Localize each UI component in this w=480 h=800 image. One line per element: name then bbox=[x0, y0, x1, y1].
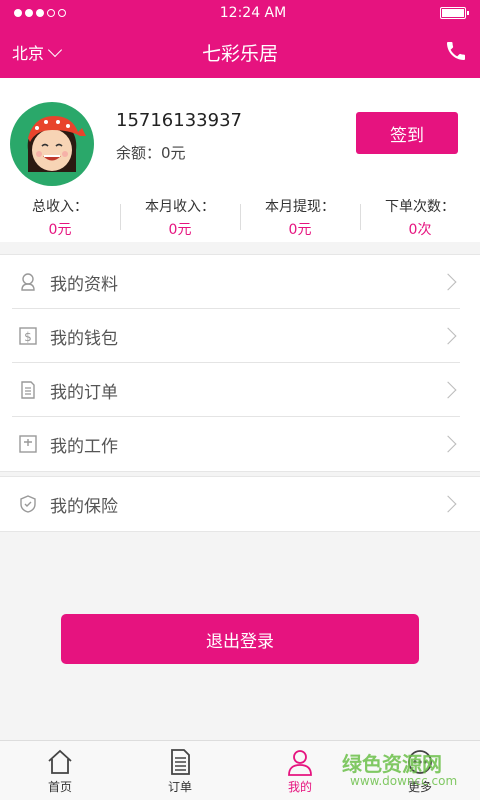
status-bar: 12:24 AM bbox=[0, 0, 480, 26]
profile-card: 15716133937 余额：0元 签到 总收入： 0元 本月收入： 0元 本月… bbox=[0, 78, 480, 242]
stat-value: 0元 bbox=[168, 222, 192, 238]
stat-value: 0元 bbox=[288, 222, 312, 238]
person-icon bbox=[288, 750, 312, 776]
chevron-right-icon bbox=[439, 273, 457, 291]
battery-icon bbox=[439, 7, 469, 19]
avatar[interactable] bbox=[10, 102, 94, 186]
chevron-right-icon bbox=[439, 435, 457, 453]
stat-month-income[interactable]: 本月收入： 0元 bbox=[120, 196, 240, 238]
logout-button[interactable]: 退出登录 bbox=[61, 614, 419, 664]
shield-icon bbox=[20, 495, 36, 513]
watermark-url: www.downcc.com bbox=[350, 774, 458, 788]
tab-label: 首页 bbox=[47, 780, 72, 794]
page-title: 七彩乐居 bbox=[201, 42, 278, 65]
profile-menu: 我的资料 $ 我的钱包 我的订单 我的工作 我的保险 bbox=[0, 254, 480, 532]
menu-item-orders[interactable]: 我的订单 bbox=[0, 363, 480, 417]
stats-bar: 总收入： 0元 本月收入： 0元 本月提现： 0元 下单次数： 0次 bbox=[0, 196, 480, 238]
menu-item-profile[interactable]: 我的资料 bbox=[0, 255, 480, 309]
home-icon bbox=[48, 749, 72, 774]
stat-month-withdraw[interactable]: 本月提现： 0元 bbox=[240, 196, 360, 238]
chevron-right-icon bbox=[439, 327, 457, 345]
tab-label: 订单 bbox=[167, 780, 192, 794]
stat-total-income[interactable]: 总收入： 0元 bbox=[0, 196, 120, 238]
stat-label: 本月提现： bbox=[265, 199, 335, 215]
stat-value: 0元 bbox=[48, 222, 72, 238]
user-phone: 15716133937 bbox=[116, 110, 242, 131]
balance-text: 余额：0元 bbox=[116, 144, 186, 162]
city-label: 北京 bbox=[12, 44, 45, 63]
status-time: 12:24 AM bbox=[219, 5, 287, 21]
tab-home[interactable]: 首页 bbox=[0, 741, 120, 800]
menu-item-insurance[interactable]: 我的保险 bbox=[0, 477, 480, 531]
menu-item-label: 我的工作 bbox=[50, 436, 118, 457]
watermark: 绿色资源网 bbox=[342, 752, 442, 776]
menu-item-label: 我的订单 bbox=[50, 382, 118, 403]
chevron-right-icon bbox=[439, 495, 457, 513]
stat-order-count[interactable]: 下单次数： 0次 bbox=[360, 196, 480, 238]
menu-item-label: 我的保险 bbox=[50, 496, 118, 517]
tab-orders[interactable]: 订单 bbox=[120, 741, 240, 800]
document-icon bbox=[21, 381, 35, 399]
chevron-down-icon bbox=[47, 42, 63, 57]
stat-value: 0次 bbox=[408, 222, 432, 238]
chevron-right-icon bbox=[439, 381, 457, 399]
tab-label: 我的 bbox=[287, 780, 312, 794]
menu-item-work[interactable]: 我的工作 bbox=[0, 417, 480, 471]
checkin-button[interactable]: 签到 bbox=[356, 112, 458, 154]
signal-icon bbox=[14, 9, 66, 17]
svg-text:$: $ bbox=[24, 330, 32, 344]
city-selector[interactable]: 北京 bbox=[12, 40, 63, 64]
stat-label: 本月收入： bbox=[145, 199, 215, 215]
order-icon bbox=[171, 749, 190, 775]
work-icon bbox=[19, 435, 37, 453]
menu-item-label: 我的资料 bbox=[50, 274, 118, 295]
user-icon bbox=[21, 273, 35, 291]
menu-item-wallet[interactable]: $ 我的钱包 bbox=[0, 309, 480, 363]
stat-label: 总收入： bbox=[32, 199, 88, 215]
app-header: 北京 七彩乐居 bbox=[0, 26, 480, 78]
phone-icon[interactable] bbox=[444, 39, 468, 63]
stat-label: 下单次数： bbox=[385, 199, 455, 215]
menu-item-label: 我的钱包 bbox=[50, 328, 118, 349]
wallet-icon: $ bbox=[19, 327, 37, 345]
